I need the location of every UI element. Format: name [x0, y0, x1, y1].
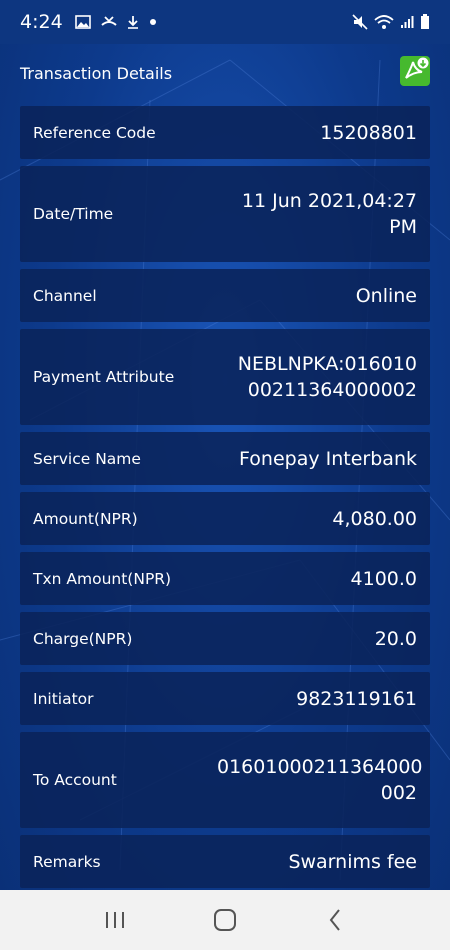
signal-icon: [401, 16, 414, 28]
detail-label: Payment Attribute: [33, 368, 175, 386]
back-icon: [329, 909, 340, 931]
status-time: 4:24: [20, 11, 63, 33]
dot-icon: [149, 19, 156, 25]
detail-value: Swarnims fee: [288, 850, 417, 873]
home-icon: [214, 909, 236, 931]
detail-value: 4100.0: [350, 567, 417, 590]
detail-value: 20.0: [374, 627, 417, 650]
detail-label: Charge(NPR): [33, 629, 133, 648]
detail-row-initiator: Initiator 9823119161: [20, 672, 430, 725]
detail-label: Service Name: [33, 449, 141, 468]
app-header: Transaction Details: [0, 44, 450, 102]
detail-row-date-time: Date/Time 11 Jun 2021,04:27 PM: [20, 166, 430, 262]
detail-value: 4,080.00: [332, 507, 417, 530]
detail-value: NEBLNPKA:016010 00211364000002: [237, 353, 417, 401]
detail-value: 9823119161: [296, 687, 417, 710]
detail-row-remarks: Remarks Swarnims fee: [20, 835, 430, 888]
detail-label: Remarks: [33, 852, 101, 871]
detail-label: Txn Amount(NPR): [33, 569, 172, 588]
page-title: Transaction Details: [20, 63, 173, 83]
detail-row-to-account: To Account 01601000211364000 002: [20, 732, 430, 828]
detail-value: Online: [355, 284, 417, 307]
detail-label: Date/Time: [33, 205, 114, 223]
detail-label: Reference Code: [33, 123, 156, 142]
wifi-icon: [374, 15, 394, 29]
image-icon: [74, 15, 91, 29]
battery-icon: [421, 14, 429, 29]
mute-icon: [352, 14, 368, 30]
detail-label: Initiator: [33, 689, 94, 708]
pdf-download-icon: [405, 57, 429, 79]
detail-label: Channel: [33, 286, 97, 305]
detail-row-payment-attribute: Payment Attribute NEBLNPKA:016010 002113…: [20, 329, 430, 425]
detail-label: Amount(NPR): [33, 509, 138, 528]
home-button[interactable]: [205, 900, 245, 940]
detail-row-reference-code: Reference Code 15208801: [20, 106, 430, 159]
recents-button[interactable]: [95, 900, 135, 940]
detail-row-amount: Amount(NPR) 4,080.00: [20, 492, 430, 545]
status-icons-left: [74, 15, 157, 29]
detail-row-channel: Channel Online: [20, 269, 430, 322]
pdf-download-button[interactable]: [400, 56, 430, 86]
detail-value: 11 Jun 2021,04:27 PM: [241, 190, 417, 238]
detail-row-txn-amount: Txn Amount(NPR) 4100.0: [20, 552, 430, 605]
download-icon: [127, 16, 138, 29]
missed-call-icon: [101, 16, 117, 26]
status-bar: 4:24: [0, 0, 450, 44]
status-icons-right: [352, 14, 430, 30]
detail-value: 01601000211364000 002: [217, 756, 423, 804]
detail-row-service-name: Service Name Fonepay Interbank: [20, 432, 430, 485]
recents-icon: [106, 912, 124, 928]
detail-value: Fonepay Interbank: [239, 447, 417, 470]
detail-value: 15208801: [320, 121, 417, 144]
back-button[interactable]: [315, 900, 355, 940]
detail-row-charge: Charge(NPR) 20.0: [20, 612, 430, 665]
detail-label: To Account: [33, 771, 117, 789]
system-nav-bar: [0, 890, 450, 950]
